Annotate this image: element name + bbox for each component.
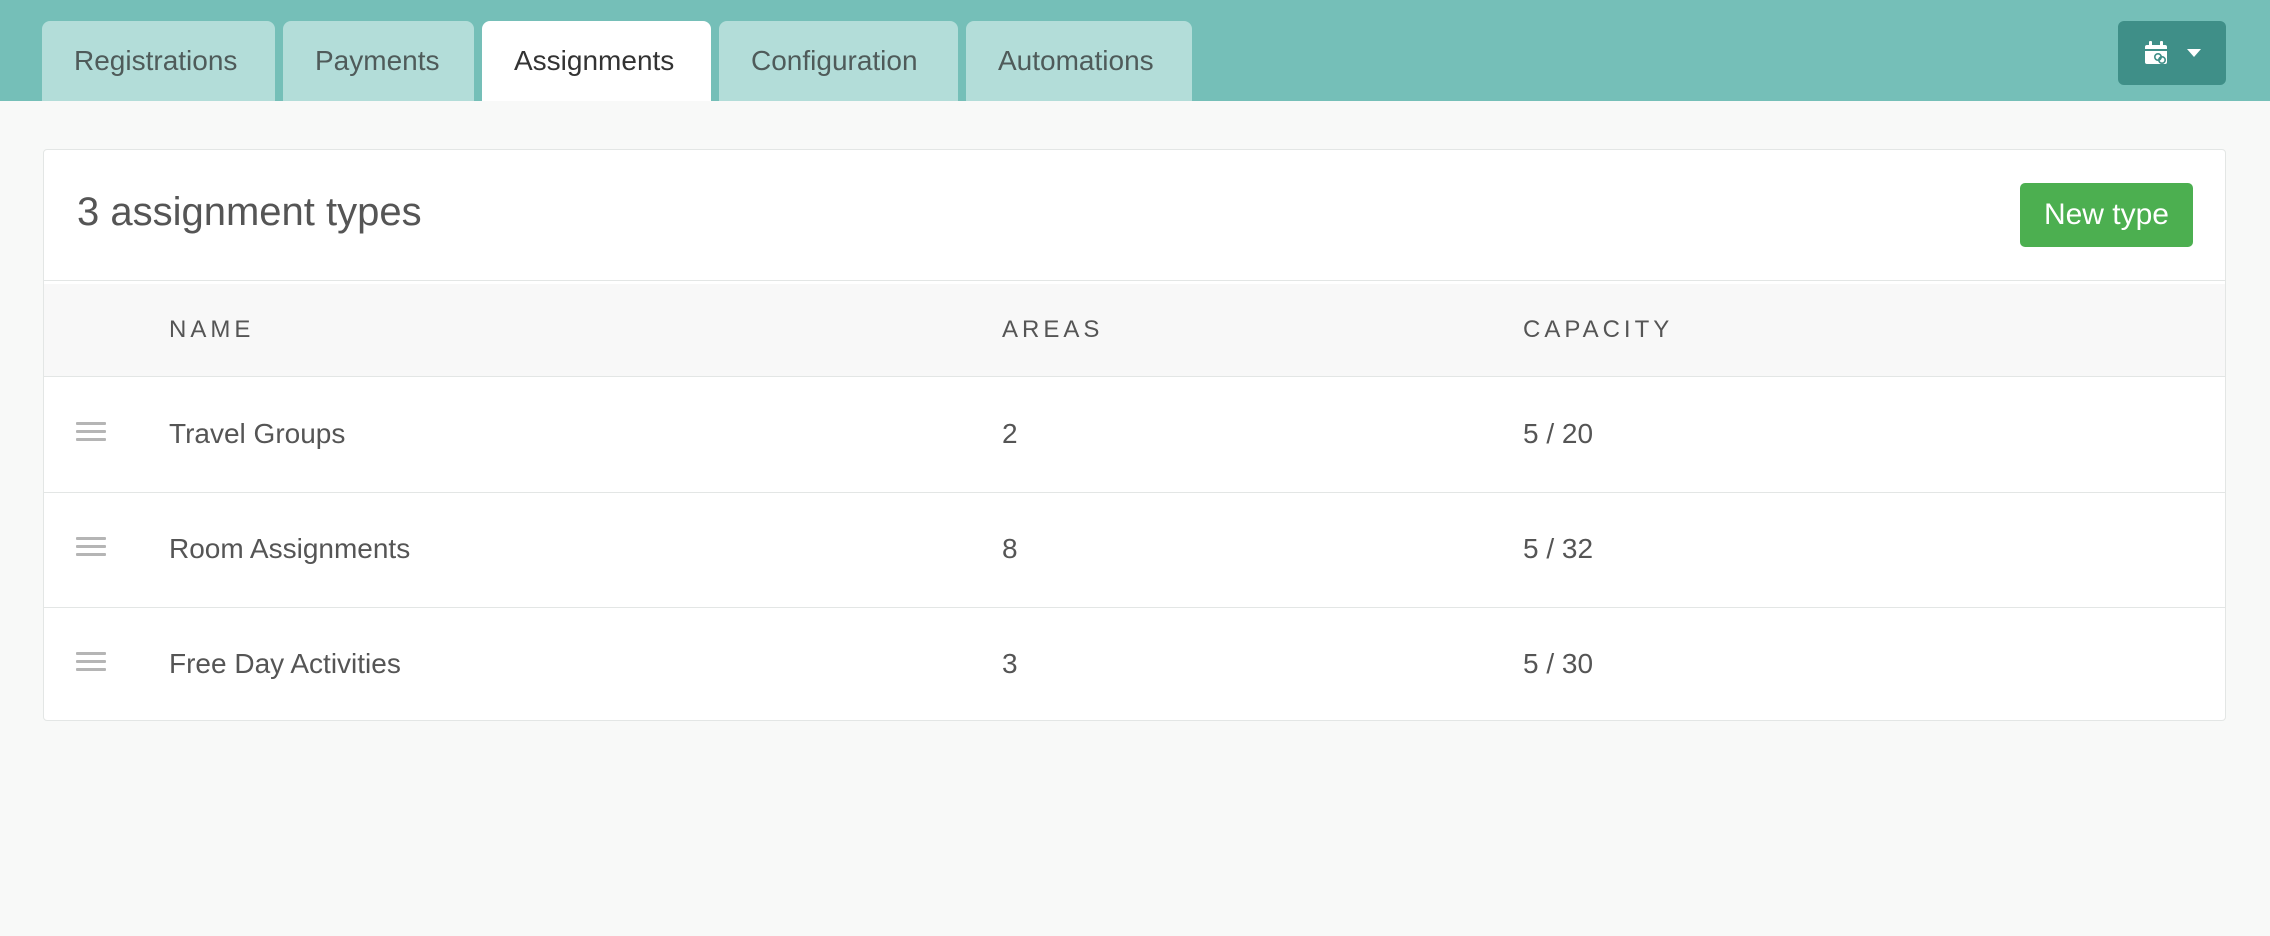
row-capacity: 5 / 30 (1523, 648, 1594, 679)
tab-registrations[interactable]: Registrations (42, 21, 275, 101)
page-title: 3 assignment types (77, 190, 422, 234)
table-row[interactable]: Free Day Activities 3 5 / 30 (44, 608, 2225, 723)
calendar-dropdown-button[interactable] (2118, 21, 2226, 85)
card-header: 3 assignment types New type (44, 150, 2225, 281)
new-type-button[interactable]: New type (2019, 183, 2193, 247)
column-header-capacity: CAPACITY (1523, 316, 1674, 343)
table-body: Travel Groups 2 5 / 20 Room Assignments … (44, 378, 2225, 723)
tab-bar: Registrations Payments Assignments Confi… (42, 21, 1192, 101)
calendar-link-icon (2145, 41, 2167, 64)
row-areas: 3 (1002, 648, 1018, 679)
row-name[interactable]: Free Day Activities (169, 648, 401, 680)
table-row[interactable]: Travel Groups 2 5 / 20 (44, 378, 2225, 493)
top-bar: Registrations Payments Assignments Confi… (0, 0, 2270, 101)
row-name[interactable]: Travel Groups (169, 418, 345, 450)
row-areas: 8 (1002, 533, 1018, 564)
row-areas: 2 (1002, 418, 1018, 449)
table-row[interactable]: Room Assignments 8 5 / 32 (44, 493, 2225, 608)
row-capacity: 5 / 20 (1523, 418, 1594, 449)
tab-payments[interactable]: Payments (283, 21, 474, 101)
caret-down-icon (2187, 49, 2201, 57)
drag-handle-icon[interactable] (76, 652, 106, 674)
column-header-areas: AREAS (1002, 316, 1104, 343)
row-name[interactable]: Room Assignments (169, 533, 410, 565)
tab-automations[interactable]: Automations (966, 21, 1192, 101)
column-header-name: NAME (169, 316, 255, 343)
drag-handle-icon[interactable] (76, 422, 106, 444)
assignment-types-card: 3 assignment types New type NAME AREAS C… (43, 149, 2226, 721)
tab-assignments[interactable]: Assignments (482, 21, 711, 101)
tab-configuration[interactable]: Configuration (719, 21, 958, 101)
table-header: NAME AREAS CAPACITY (44, 284, 2225, 377)
drag-handle-icon[interactable] (76, 537, 106, 559)
row-capacity: 5 / 32 (1523, 533, 1594, 564)
